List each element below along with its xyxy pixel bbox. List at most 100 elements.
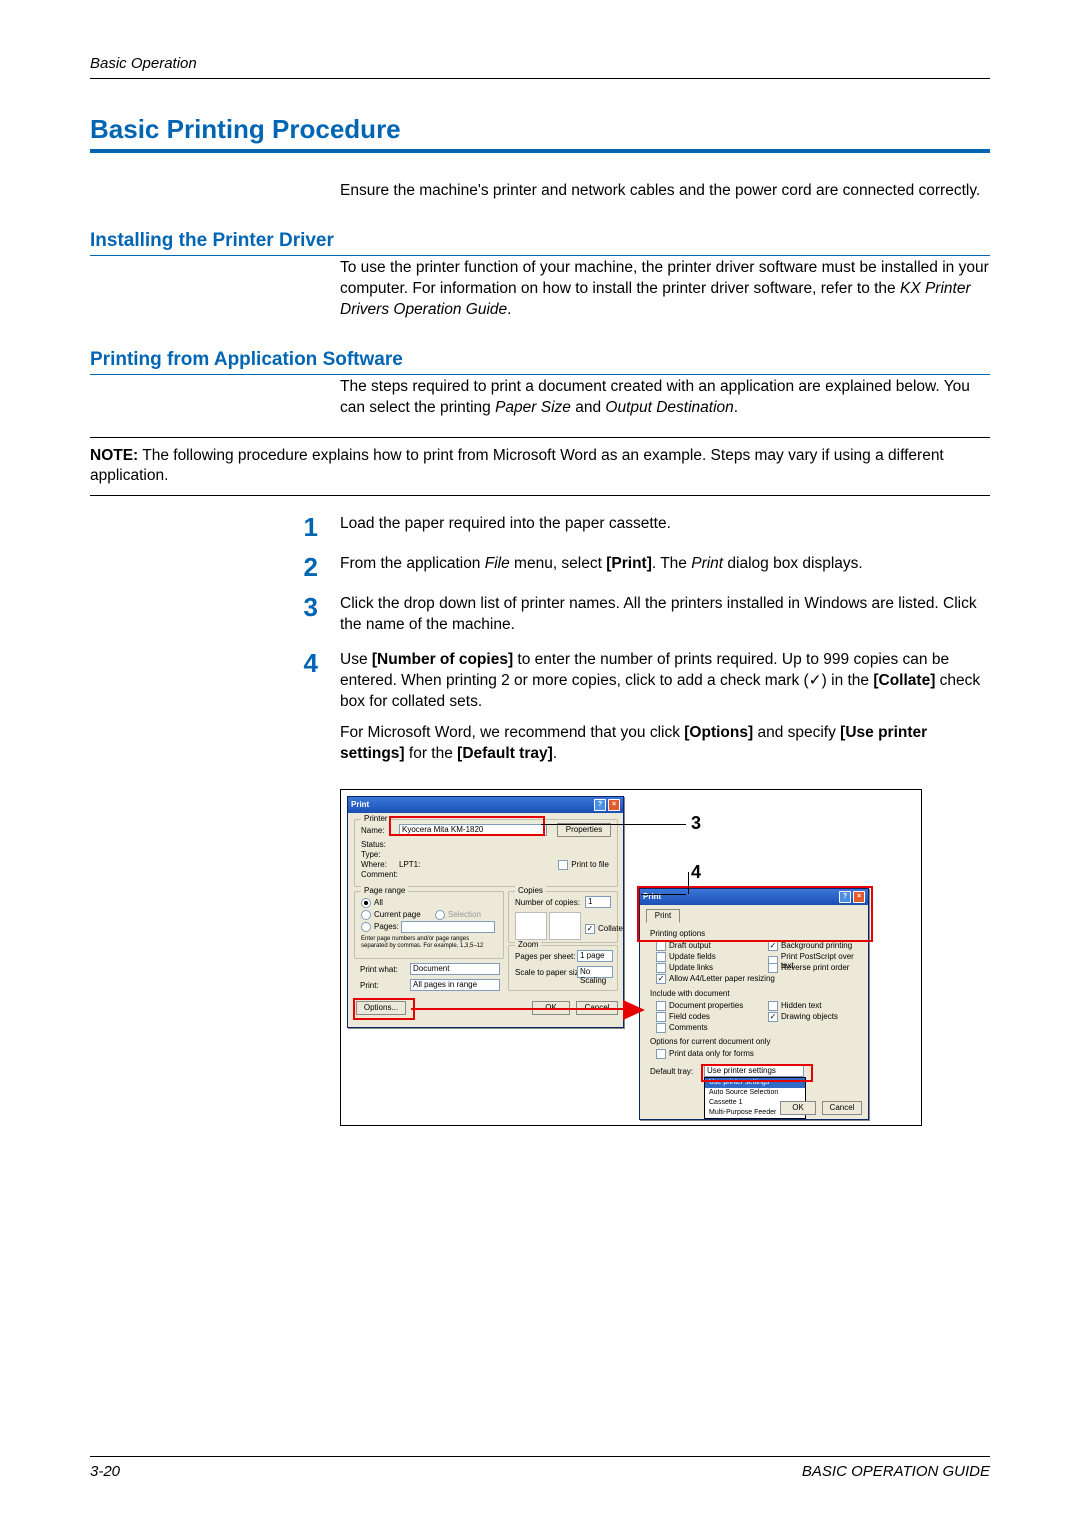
default-tray-dropdown[interactable]: Use printer settings bbox=[704, 1065, 804, 1077]
collate-preview-icon bbox=[515, 912, 547, 940]
close-icon[interactable]: × bbox=[853, 891, 865, 903]
install-paragraph: To use the printer function of your mach… bbox=[340, 258, 990, 321]
print-what-dropdown[interactable]: Document bbox=[410, 963, 500, 975]
cancel-button[interactable]: Cancel bbox=[822, 1101, 862, 1115]
pages-per-sheet-label: Pages per sheet: bbox=[515, 952, 575, 961]
print-dialog-titlebar: Print ?× bbox=[348, 797, 623, 813]
page-number: 3-20 bbox=[90, 1463, 120, 1480]
text: . bbox=[507, 301, 511, 318]
step-text: Click the drop down list of printer name… bbox=[340, 594, 990, 636]
group-label: Page range bbox=[361, 886, 408, 895]
name-label: Name: bbox=[361, 826, 385, 835]
num-copies-label: Number of copies: bbox=[515, 898, 580, 907]
current-page-radio[interactable]: Current page bbox=[361, 910, 421, 920]
bold: [Collate] bbox=[873, 672, 935, 689]
text: ) in the bbox=[822, 672, 874, 689]
arrow-line bbox=[411, 1008, 623, 1010]
pages-input[interactable] bbox=[401, 921, 495, 933]
header-rule bbox=[90, 78, 990, 79]
printer-name-dropdown[interactable]: Kyocera Mita KM-1820 bbox=[399, 824, 547, 836]
doc-properties-checkbox[interactable]: Document properties bbox=[656, 1001, 743, 1011]
text: and bbox=[571, 399, 605, 416]
text: . bbox=[553, 745, 557, 762]
step-number: 4 bbox=[90, 650, 340, 775]
text: From the application bbox=[340, 555, 485, 572]
group-label: Printer bbox=[361, 814, 391, 823]
all-radio[interactable]: All bbox=[361, 898, 383, 908]
allow-resize-checkbox[interactable]: Allow A4/Letter paper resizing bbox=[656, 974, 775, 984]
group-label: Copies bbox=[515, 886, 546, 895]
comment-label: Comment: bbox=[361, 870, 398, 879]
text: and specify bbox=[753, 724, 840, 741]
options-button[interactable]: Options... bbox=[356, 1001, 406, 1015]
step-number: 2 bbox=[90, 554, 340, 580]
window-controls[interactable]: ?× bbox=[592, 799, 620, 811]
text: for the bbox=[405, 745, 458, 762]
drawing-objects-checkbox[interactable]: Drawing objects bbox=[768, 1012, 838, 1022]
page-title: Basic Printing Procedure bbox=[90, 114, 990, 145]
printer-group: Printer Name: Kyocera Mita KM-1820 Prope… bbox=[354, 819, 618, 887]
step-text: Load the paper required into the paper c… bbox=[340, 514, 990, 540]
callout-number-3: 3 bbox=[691, 813, 701, 834]
dialog-title: Print bbox=[351, 800, 369, 809]
scale-dropdown[interactable]: No Scaling bbox=[577, 966, 613, 978]
bold: [Options] bbox=[684, 724, 753, 741]
callout-line bbox=[688, 872, 689, 894]
zoom-group: Zoom Pages per sheet: 1 page Scale to pa… bbox=[508, 945, 618, 991]
ok-button[interactable]: OK bbox=[780, 1101, 816, 1115]
arrow-icon bbox=[623, 1000, 645, 1020]
current-doc-only-label: Options for current document only bbox=[650, 1037, 771, 1046]
pages-radio[interactable]: Pages: bbox=[361, 922, 399, 932]
step-number: 3 bbox=[90, 594, 340, 636]
group-label: Zoom bbox=[515, 940, 541, 949]
comments-checkbox[interactable]: Comments bbox=[656, 1023, 708, 1033]
step-text: From the application File menu, select [… bbox=[340, 554, 990, 580]
intro-paragraph: Ensure the machine's printer and network… bbox=[340, 181, 990, 202]
printing-paragraph: The steps required to print a document c… bbox=[340, 377, 990, 419]
scale-label: Scale to paper size: bbox=[515, 968, 585, 977]
bold: [Default tray] bbox=[457, 745, 553, 762]
default-tray-label: Default tray: bbox=[650, 1067, 693, 1076]
window-controls[interactable]: ?× bbox=[837, 891, 865, 903]
text: For Microsoft Word, we recommend that yo… bbox=[340, 724, 684, 741]
print-what-label: Print what: bbox=[360, 965, 398, 974]
print-range-label: Print: bbox=[360, 981, 379, 990]
check-glyph: ✓ bbox=[809, 672, 822, 689]
hidden-text-checkbox[interactable]: Hidden text bbox=[768, 1001, 821, 1011]
print-dialog: Print ?× Printer Name: Kyocera Mita KM-1… bbox=[347, 796, 624, 1028]
print-data-forms-checkbox[interactable]: Print data only for forms bbox=[656, 1049, 754, 1059]
emphasis: Output Destination bbox=[605, 399, 733, 416]
step-3: 3 Click the drop down list of printer na… bbox=[90, 594, 990, 636]
draft-output-checkbox[interactable]: Draft output bbox=[656, 941, 711, 951]
selection-radio[interactable]: Selection bbox=[435, 910, 481, 920]
dropdown-option-selected[interactable]: Use printer settings bbox=[705, 1078, 805, 1088]
help-icon[interactable]: ? bbox=[839, 891, 851, 903]
dropdown-option[interactable]: Auto Source Selection bbox=[705, 1088, 805, 1098]
note-body: The following procedure explains how to … bbox=[90, 447, 944, 485]
title-underline bbox=[90, 149, 990, 153]
print-to-file-checkbox[interactable]: Print to file bbox=[558, 860, 609, 870]
text: menu, select bbox=[510, 555, 607, 572]
bold: [Number of copies] bbox=[372, 651, 513, 668]
field-codes-checkbox[interactable]: Field codes bbox=[656, 1012, 710, 1022]
print-tab[interactable]: Print bbox=[646, 909, 680, 923]
close-icon[interactable]: × bbox=[608, 799, 620, 811]
page-footer: 3-20 BASIC OPERATION GUIDE bbox=[90, 1456, 990, 1480]
print-range-dropdown[interactable]: All pages in range bbox=[410, 979, 500, 991]
properties-button[interactable]: Properties bbox=[557, 823, 611, 837]
page-range-group: Page range All Current page Selection Pa… bbox=[354, 891, 504, 959]
subheading-printing: Printing from Application Software bbox=[90, 349, 990, 375]
help-icon[interactable]: ? bbox=[594, 799, 606, 811]
update-links-checkbox[interactable]: Update links bbox=[656, 963, 713, 973]
where-value: LPT1: bbox=[399, 860, 420, 869]
collate-checkbox[interactable]: Collate bbox=[585, 924, 623, 934]
pages-per-sheet-dropdown[interactable]: 1 page bbox=[577, 950, 613, 962]
num-copies-input[interactable]: 1 bbox=[585, 896, 611, 908]
callout-line bbox=[541, 824, 686, 825]
reverse-print-checkbox[interactable]: Reverse print order bbox=[768, 963, 849, 973]
background-printing-checkbox[interactable]: Background printing bbox=[768, 941, 852, 951]
update-fields-checkbox[interactable]: Update fields bbox=[656, 952, 716, 962]
where-label: Where: bbox=[361, 860, 387, 869]
bold: [Print] bbox=[606, 555, 652, 572]
footer-guide-title: BASIC OPERATION GUIDE bbox=[802, 1463, 990, 1480]
